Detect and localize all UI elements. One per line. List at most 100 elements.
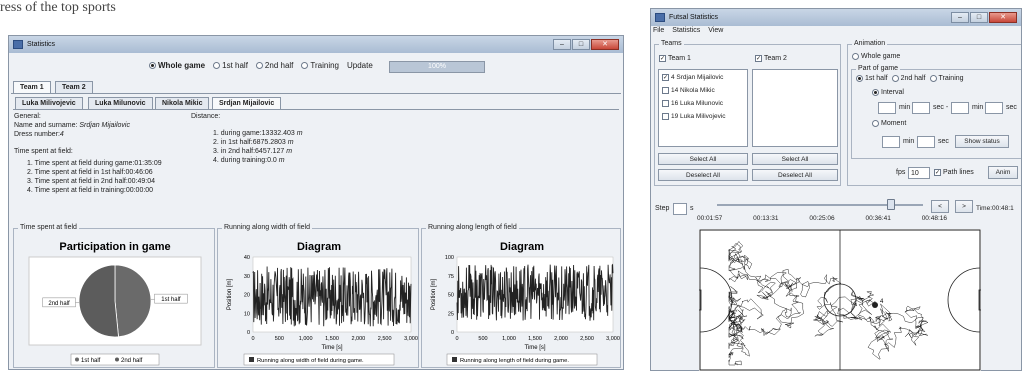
team1-select-all-button[interactable]: Select All bbox=[658, 153, 748, 165]
fps-spinner[interactable]: 10 bbox=[908, 167, 930, 179]
time-item: 1. Time spent at field during game:01:35… bbox=[27, 160, 162, 167]
panel-running-length: Running along length of field Diagram 0 25… bbox=[421, 224, 621, 368]
interval-end-sec-input[interactable] bbox=[985, 102, 1003, 114]
y-tick-label: 20 bbox=[244, 293, 250, 299]
x-tick-label: 2,500 bbox=[378, 336, 392, 342]
time-slider[interactable] bbox=[717, 199, 923, 211]
radio-icon bbox=[852, 53, 859, 60]
team2-player-list bbox=[752, 69, 838, 147]
menu-statistics[interactable]: Statistics bbox=[672, 27, 700, 34]
tab-team-2[interactable]: Team 2 bbox=[55, 81, 93, 93]
list-item[interactable]: 14 Nikola Mikic bbox=[662, 87, 715, 94]
interval-start-sec-input[interactable] bbox=[912, 102, 930, 114]
width-line-chart: Diagram 0 10 20 30 40 0 500 1,000 1,500 2,000 2,500… bbox=[227, 241, 418, 366]
radio-2nd-half[interactable]: 2nd half bbox=[255, 61, 293, 70]
dress-label: Dress number: bbox=[14, 131, 60, 138]
menu-file[interactable]: File bbox=[653, 27, 664, 34]
path-lines-checkbox[interactable]: ✓ Path lines bbox=[934, 169, 974, 176]
radio-moment[interactable]: Moment bbox=[872, 120, 906, 127]
app-icon bbox=[13, 40, 23, 49]
y-axis-label: Position [m] bbox=[431, 279, 437, 311]
y-tick-label: 0 bbox=[247, 330, 250, 336]
x-tick-label: 3,000 bbox=[404, 336, 418, 342]
futsal-titlebar: Futsal Statistics – □ ✕ bbox=[651, 9, 1021, 26]
x-tick-label: 500 bbox=[275, 336, 284, 342]
player-marker bbox=[872, 302, 878, 308]
x-tick-label: 1,000 bbox=[502, 336, 516, 342]
chart-title: Diagram bbox=[297, 241, 341, 253]
radio-1st-half[interactable]: 1st half bbox=[213, 61, 248, 70]
radio-icon bbox=[301, 62, 309, 69]
anim-button[interactable]: Anim bbox=[988, 166, 1018, 179]
y-tick-label: 30 bbox=[244, 274, 250, 280]
y-tick-label: 10 bbox=[244, 311, 250, 317]
team2-deselect-all-button[interactable]: Deselect All bbox=[752, 169, 838, 181]
tab-player-milunovic[interactable]: Luka Milunovic bbox=[88, 97, 153, 109]
statistics-titlebar: Statistics – □ ✕ bbox=[9, 36, 623, 53]
checkbox-icon bbox=[662, 87, 669, 94]
update-progress-bar: 100% bbox=[389, 61, 485, 73]
interval-end-min-input[interactable] bbox=[951, 102, 969, 114]
x-axis-label: Time [s] bbox=[524, 345, 545, 351]
radio-whole-game[interactable]: Whole game bbox=[149, 61, 205, 70]
radio-training[interactable]: Training bbox=[929, 75, 964, 82]
maximize-icon[interactable]: □ bbox=[970, 12, 988, 23]
tab-player-milivojevic[interactable]: Luka Milivojevic bbox=[15, 97, 83, 109]
fps-label: fps bbox=[896, 169, 906, 176]
checkmark-icon: ✓ bbox=[755, 55, 762, 62]
y-tick-label: 25 bbox=[448, 311, 454, 317]
x-tick-label: 500 bbox=[478, 336, 487, 342]
team1-checkbox[interactable]: ✓ Team 1 bbox=[659, 55, 691, 62]
slider-thumb[interactable] bbox=[887, 199, 896, 210]
list-item[interactable]: ✓ 4 Srdjan Mijailovic bbox=[662, 74, 723, 81]
radio-interval[interactable]: Interval bbox=[872, 89, 904, 96]
checkmark-icon: ✓ bbox=[934, 169, 941, 176]
minimize-icon[interactable]: – bbox=[553, 39, 571, 50]
chart-title: Participation in game bbox=[59, 241, 170, 253]
step-input[interactable] bbox=[673, 203, 687, 215]
list-item[interactable]: 16 Luka Milunovic bbox=[662, 100, 723, 107]
team2-checkbox[interactable]: ✓ Team 2 bbox=[755, 55, 787, 62]
radio-selected-icon bbox=[872, 89, 879, 96]
name-row: Name and surname: Srdjan Mijailovic bbox=[14, 122, 130, 129]
x-tick-label: 1,500 bbox=[528, 336, 542, 342]
time-header: Time spent at field: bbox=[14, 148, 73, 155]
close-icon[interactable]: ✕ bbox=[989, 12, 1017, 23]
radio-icon bbox=[929, 75, 937, 82]
tab-player-mikic[interactable]: Nikola Mikic bbox=[155, 97, 210, 109]
checkmark-icon: ✓ bbox=[659, 55, 666, 62]
tab-player-mijailovic[interactable]: Srdjan Mijailovic bbox=[212, 97, 282, 109]
maximize-icon[interactable]: □ bbox=[572, 39, 590, 50]
moment-sec-input[interactable] bbox=[917, 136, 935, 148]
legend-label: 1st half bbox=[81, 358, 101, 364]
radio-2nd-half[interactable]: 2nd half bbox=[891, 75, 926, 82]
radio-1st-half[interactable]: 1st half bbox=[856, 75, 888, 82]
next-button[interactable]: > bbox=[955, 200, 973, 213]
time-item: 3. Time spent at field in 2nd half:00:49… bbox=[27, 178, 156, 185]
tab-team-1[interactable]: Team 1 bbox=[13, 81, 51, 93]
minimize-icon[interactable]: – bbox=[951, 12, 969, 23]
team1-deselect-all-button[interactable]: Deselect All bbox=[658, 169, 748, 181]
close-icon[interactable]: ✕ bbox=[591, 39, 619, 50]
radio-whole-game[interactable]: Whole game bbox=[852, 53, 900, 60]
pie-label: 1st half bbox=[161, 297, 181, 303]
radio-training[interactable]: Training bbox=[301, 61, 339, 70]
legend-label: Running along length of field during gam… bbox=[460, 358, 569, 364]
interval-start-min-input[interactable] bbox=[878, 102, 896, 114]
distance-item: 3. in 2nd half:6457.127 m bbox=[213, 148, 293, 155]
team2-select-all-button[interactable]: Select All bbox=[752, 153, 838, 165]
length-line-chart: Diagram 0 25 50 75 100 0 500 1,000 1,500 2,000 2,50… bbox=[431, 241, 620, 366]
step-label: Step bbox=[655, 205, 670, 212]
futsal-window: Futsal Statistics – □ ✕ File Statistics … bbox=[650, 8, 1022, 371]
legend-label: 2nd half bbox=[121, 358, 143, 364]
moment-min-input[interactable] bbox=[882, 136, 900, 148]
menu-view[interactable]: View bbox=[708, 27, 723, 34]
show-status-button[interactable]: Show status bbox=[955, 135, 1009, 148]
chart-title: Diagram bbox=[500, 241, 544, 253]
y-tick-label: 40 bbox=[244, 255, 250, 261]
y-tick-label: 75 bbox=[448, 274, 454, 280]
prev-button[interactable]: < bbox=[931, 200, 949, 213]
futsal-field-canvas: 4 bbox=[699, 229, 981, 371]
list-item[interactable]: 19 Luka Milivojevic bbox=[662, 113, 726, 120]
x-tick-label: 3,000 bbox=[606, 336, 620, 342]
